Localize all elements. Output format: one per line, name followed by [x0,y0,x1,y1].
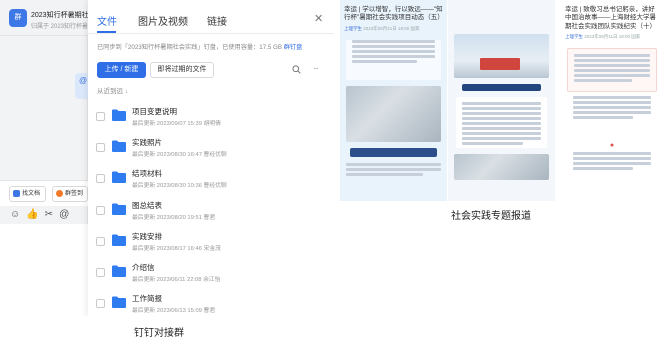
article-banner [350,147,437,157]
row-checkbox[interactable] [96,112,105,121]
article-meta: 上理学生 2023年08月21日 18:00 国家 [344,25,420,31]
file-row[interactable]: 实践安排最后更新 2023/08/17 16:46 宋金茂 [88,229,334,260]
file-meta: 最后更新 2023/08/30 10:36 曹经优聊 [132,183,227,190]
row-checkbox[interactable] [96,236,105,246]
article-photo [346,85,441,142]
file-name[interactable]: 实践安排 [132,231,162,242]
article-header-band [346,39,441,80]
doc-icon [13,189,20,197]
emoji-icon[interactable]: ☺ [10,209,20,221]
article-banner [462,84,541,91]
file-name[interactable]: 介绍信 [132,262,155,273]
folder-icon [112,234,126,246]
upload-new-button[interactable]: 上传 / 新建 [97,62,146,78]
storage-quota: 已同步到「2023知行杯暑期社会实践」钉盘，已使用容量：17.5 GB 群钉盘 [97,44,303,51]
group-avatar[interactable]: 群 [9,9,27,27]
group-checkin-button[interactable]: 群签到 [52,186,88,202]
folder-icon [112,140,126,153]
file-name[interactable]: 项目变更说明 [132,106,177,117]
folder-icon [112,296,126,309]
group-subtitle: 归属于 2023知行杯暑期 [31,24,91,30]
checkin-icon [56,189,63,197]
row-checkbox[interactable] [96,205,105,215]
file-row[interactable]: 实践照片最后更新 2023/08/30 16:47 曹经优聊 [88,135,334,166]
message-input[interactable] [0,224,88,316]
input-toolbar: ☺ 👍 ✂ @ [0,206,88,224]
article-card[interactable]: 幸运 | 致敬习总书记躬亲，讲好中国治故事——上海财经大学暑期社会实践团队实践纪… [561,0,663,201]
file-meta: 最后更新 2023/09/07 15:39 胡明倩 [132,121,221,127]
article-photo [454,154,549,180]
red-banner [480,58,520,70]
file-name[interactable]: 结项材料 [132,168,162,179]
caption-right: 社会实践专题报道 [451,211,531,222]
article-text-box [456,97,547,148]
file-row[interactable]: 项目变更说明最后更新 2023/09/07 15:39 胡明倩 [88,104,334,135]
find-docs-button[interactable]: 找文档 [9,186,46,202]
file-meta: 最后更新 2023/08/30 16:47 曹经优聊 [132,152,227,159]
folder-icon [112,109,126,121]
file-meta: 最后更新 2023/06/11 22:08 余江怡 [132,277,221,283]
article-intro-box [567,48,657,93]
close-icon[interactable]: ✕ [314,12,323,25]
sort-order[interactable]: 从近到远 ↓ [97,85,128,95]
article-meta: 上理学生 2023年09月11日 18:00 国家 [565,34,641,40]
file-name[interactable]: 图总结表 [132,200,162,211]
folder-icon [112,171,126,184]
row-checkbox[interactable] [96,143,105,153]
more-icon[interactable]: ··· [313,64,319,73]
file-meta: 最后更新 2023/08/20 19:51 曹君 [132,214,216,221]
file-row[interactable]: 结项材料最后更新 2023/08/30 10:36 曹经优聊 [88,166,334,197]
article-photo [454,34,549,78]
file-meta: 最后更新 2023/08/17 16:46 宋金茂 [132,245,221,252]
scissors-icon[interactable]: ✂ [45,209,53,221]
file-row[interactable]: 介绍信最后更新 2023/06/11 22:08 余江怡 [88,260,334,291]
file-name[interactable]: 工作简报 [132,293,162,304]
group-drive-link[interactable]: 群钉盘 [284,44,303,51]
thumbs-up-icon[interactable]: 👍 [26,209,38,221]
group-files-panel: 文件 图片及视频 链接 ✕ 已同步到「2023知行杯暑期社会实践」钉盘，已使用容… [88,0,334,316]
search-icon[interactable] [292,65,301,74]
file-name[interactable]: 实践照片 [132,137,162,148]
folder-icon [112,265,126,277]
folder-icon [112,203,126,215]
file-row[interactable]: 图总结表最后更新 2023/08/20 19:51 曹君 [88,198,334,229]
expiring-files-button[interactable]: 即将过期的文件 [150,62,214,78]
tab-links[interactable]: 链接 [207,13,227,28]
chat-header: 群 2023知行杯暑期社 归属于 2023知行杯暑期 [0,0,91,36]
row-checkbox[interactable] [96,174,105,184]
article-title: 幸运 | 学以增智，行以致远——"知行杯"暑期社会实践项目动态（五） [344,6,444,22]
caption-left: 钉钉对接群 [134,328,184,339]
file-row[interactable]: 工作简报最后更新 2023/06/13 15:09 曹君 [88,291,334,316]
row-checkbox[interactable] [96,299,105,309]
dingtalk-window: 群 2023知行杯暑期社 归属于 2023知行杯暑期 @ 找文档 群签到 ☺ 👍… [0,0,334,316]
article-card[interactable] [448,0,555,201]
tab-images-videos[interactable]: 图片及视频 [138,13,188,28]
tab-files[interactable]: 文件 [97,13,117,28]
file-meta: 最后更新 2023/06/13 15:09 曹君 [132,308,216,315]
row-checkbox[interactable] [96,268,105,277]
group-title: 2023知行杯暑期社 [31,12,89,19]
article-body [567,96,657,140]
article-title: 幸运 | 致敬习总书记躬亲，讲好中国治故事——上海财经大学暑期社会实践团队实践纪… [565,6,656,30]
at-icon[interactable]: @ [59,209,69,221]
article-card[interactable]: 幸运 | 学以增智，行以致远——"知行杯"暑期社会实践项目动态（五） 上理学生 … [340,0,447,201]
active-tab-indicator [97,31,116,33]
file-tabs: 文件 图片及视频 链接 ✕ [88,0,334,34]
divider-mark: ● [609,142,615,150]
at-mention: @ [79,76,88,85]
